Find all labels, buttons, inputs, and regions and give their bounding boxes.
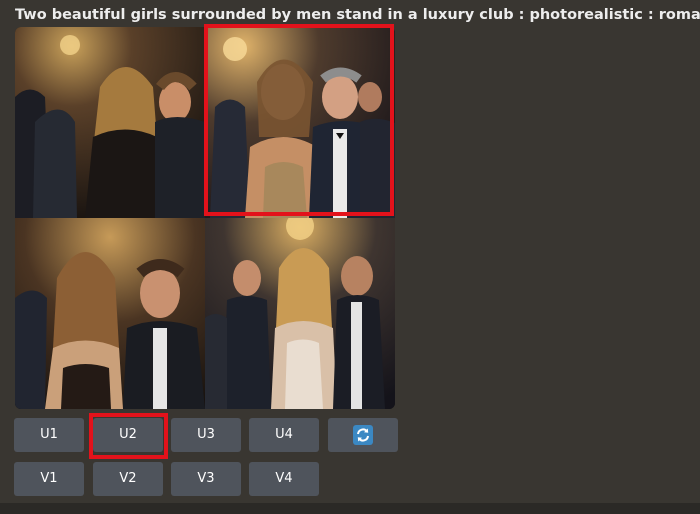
v4-button[interactable]: V4	[249, 462, 319, 496]
image-2-picture	[205, 27, 395, 218]
image-1-picture	[15, 27, 205, 218]
prompt-text: Two beautiful girls surrounded by men st…	[15, 7, 700, 23]
refresh-icon	[353, 425, 373, 445]
v2-button[interactable]: V2	[93, 462, 163, 496]
u4-button[interactable]: U4	[249, 418, 319, 452]
message-panel: Two beautiful girls surrounded by men st…	[0, 0, 700, 514]
image-grid	[15, 27, 395, 409]
grid-image-4[interactable]	[205, 218, 395, 409]
bottom-divider	[0, 503, 700, 514]
v3-button[interactable]: V3	[171, 462, 241, 496]
v1-button[interactable]: V1	[14, 462, 84, 496]
grid-image-3[interactable]	[15, 218, 205, 409]
image-3-picture	[15, 218, 205, 409]
u1-button[interactable]: U1	[14, 418, 84, 452]
grid-image-1[interactable]	[15, 27, 205, 218]
u3-button[interactable]: U3	[171, 418, 241, 452]
image-4-picture	[205, 218, 395, 409]
grid-image-2[interactable]	[205, 27, 395, 218]
u2-button[interactable]: U2	[93, 418, 163, 452]
reroll-button[interactable]	[328, 418, 398, 452]
